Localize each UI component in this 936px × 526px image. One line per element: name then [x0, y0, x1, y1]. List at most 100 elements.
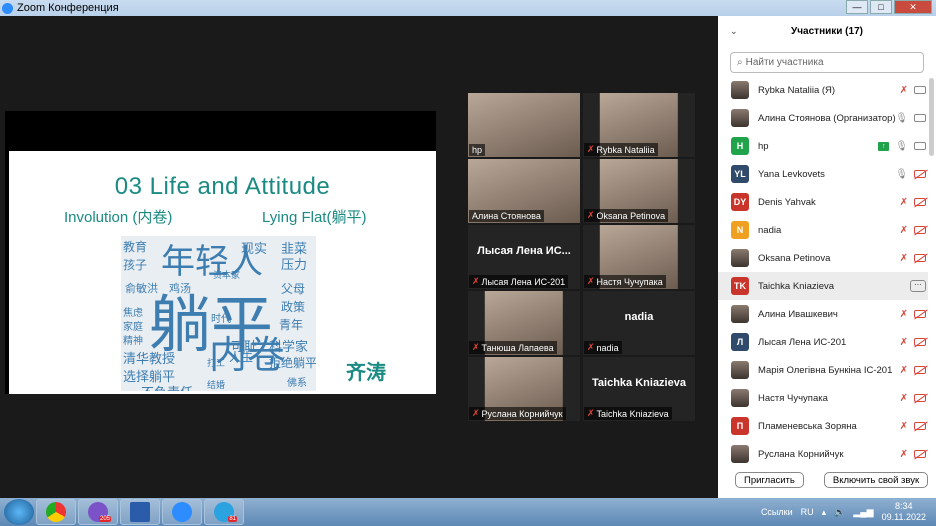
video-tile[interactable]: Taichka Kniazieva ✗ Taichka Kniazieva — [583, 357, 695, 421]
tile-name-label: ✗ Oksana Petinova — [584, 209, 669, 222]
word-cloud-word: 人生 — [229, 350, 254, 364]
close-button[interactable]: ✕ — [894, 0, 932, 14]
participant-row[interactable]: DY Denis Yahvak ✗ — [718, 188, 928, 216]
mic-icon[interactable]: 🎙 — [895, 169, 908, 180]
zoom-icon — [172, 502, 192, 522]
participant-row[interactable]: Nnadia ✗ — [718, 216, 928, 244]
video-tile[interactable]: ✗ Танюша Лапаева — [468, 291, 580, 355]
clock[interactable]: 8:34 09.11.2022 — [882, 501, 926, 523]
word-cloud-word: 不负责任 — [141, 382, 193, 391]
mic-icon[interactable]: 🎙 — [895, 141, 908, 152]
volume-icon[interactable]: 🔈 — [834, 507, 845, 518]
participant-name: Лысая Лена ИС-201 — [758, 336, 847, 348]
video-tile[interactable]: Алина Стоянова — [468, 159, 580, 223]
taskbar: 205 81 Ссылки RU ▴ 🔈 ▂▄▆ 8:34 09.11.2022 — [0, 498, 936, 526]
avatar — [731, 249, 749, 267]
participant-row[interactable]: Алина Стоянова (Организатор) 🎙 — [718, 104, 928, 132]
participant-row[interactable]: Руслана Корнийчук ✗ — [718, 440, 928, 468]
scrollbar[interactable] — [929, 78, 934, 156]
mic-muted-icon[interactable]: ✗ — [900, 449, 908, 460]
participant-row[interactable]: Настя Чучупака ✗ — [718, 384, 928, 412]
video-tile[interactable]: hp — [468, 93, 580, 157]
word-cloud-word: 鸡汤 — [169, 282, 191, 295]
video-tile[interactable]: ✗ Руслана Корнийчук — [468, 357, 580, 421]
minimize-button[interactable]: — — [846, 0, 868, 14]
participant-row[interactable]: YL Yana Levkovets 🎙 — [718, 160, 928, 188]
more-options-button[interactable]: ··· — [910, 280, 926, 292]
taskbar-telegram[interactable]: 81 — [204, 499, 244, 525]
video-tile[interactable]: ✗ Настя Чучупака — [583, 225, 695, 289]
participant-row[interactable]: Л Лысая Лена ИС-201 ✗ — [718, 328, 928, 356]
mic-muted-icon: ✗ — [587, 342, 595, 352]
participant-row[interactable]: Марія Олегівна Бункіна ІС-201 ✗ — [718, 356, 928, 384]
language-indicator[interactable]: RU — [801, 507, 814, 517]
zoom-logo-icon — [2, 2, 13, 14]
mic-muted-icon[interactable]: ✗ — [900, 197, 908, 208]
network-icon[interactable]: ▂▄▆ — [853, 507, 873, 518]
camera-off-icon[interactable] — [914, 450, 926, 458]
avatar — [731, 109, 749, 127]
tile-name-label: ✗ Руслана Корнийчук — [469, 407, 566, 420]
avatar: TK — [731, 277, 749, 295]
avatar — [731, 389, 749, 407]
avatar — [731, 81, 749, 99]
start-button[interactable] — [4, 499, 34, 525]
taskbar-word[interactable] — [120, 499, 160, 525]
mic-muted-icon[interactable]: ✗ — [900, 253, 908, 264]
collapse-chevron-icon[interactable]: ⌄ — [730, 26, 738, 37]
mic-muted-icon: ✗ — [587, 210, 595, 220]
taskbar-zoom[interactable] — [162, 499, 202, 525]
video-tile[interactable]: Лысая Лена ИС... ✗ Лысая Лена ИС-201 — [468, 225, 580, 289]
participant-name: Denis Yahvak — [758, 196, 816, 208]
links-toolbar[interactable]: Ссылки — [761, 507, 793, 517]
mic-icon[interactable]: 🎙 — [895, 113, 908, 124]
participant-search-input[interactable]: ⌕ Найти участника — [730, 52, 924, 73]
video-tile[interactable]: nadia ✗ nadia — [583, 291, 695, 355]
camera-icon[interactable] — [914, 142, 926, 150]
word-cloud: 躺平 年轻人 内卷 教育 孩子 俞敏洪 鸡汤 现实 韭菜 压力 父母 政策 青年 科学家 可耻 拒绝躺平 清华教… — [121, 236, 316, 391]
word-cloud-word: 打工 — [207, 359, 226, 369]
participant-row[interactable]: П Пламеневська Зоряна ✗ — [718, 412, 928, 440]
maximize-button[interactable]: □ — [870, 0, 892, 14]
unmute-button[interactable]: Включить свой звук — [823, 472, 929, 488]
camera-off-icon[interactable] — [914, 226, 926, 234]
tile-display-name: Лысая Лена ИС... — [477, 245, 571, 257]
camera-icon[interactable] — [914, 86, 926, 94]
participant-row[interactable]: Hhp ↑ 🎙 — [718, 132, 928, 160]
taskbar-viber[interactable]: 205 — [78, 499, 118, 525]
mic-muted-icon[interactable]: ✗ — [900, 309, 908, 320]
taskbar-chrome[interactable] — [36, 499, 76, 525]
camera-off-icon[interactable] — [914, 254, 926, 262]
mic-muted-icon[interactable]: ✗ — [900, 85, 908, 96]
camera-off-icon[interactable] — [914, 366, 926, 374]
mic-muted-icon[interactable]: ✗ — [900, 225, 908, 236]
camera-off-icon[interactable] — [914, 170, 926, 178]
camera-off-icon[interactable] — [914, 198, 926, 206]
mic-muted-icon[interactable]: ✗ — [900, 365, 908, 376]
camera-off-icon[interactable] — [914, 422, 926, 430]
participant-row[interactable]: TK Taichka Kniazieva ··· — [718, 272, 928, 300]
participant-name: hp — [758, 140, 769, 152]
video-tile[interactable]: ✗ Oksana Petinova — [583, 159, 695, 223]
camera-off-icon[interactable] — [914, 310, 926, 318]
panel-title: Участники (17) — [791, 25, 863, 37]
word-cloud-word: 政策 — [281, 300, 306, 314]
participant-row[interactable]: Алина Ивашкевич ✗ — [718, 300, 928, 328]
word-cloud-word: 时代 — [211, 314, 231, 325]
camera-icon[interactable] — [914, 114, 926, 122]
camera-off-icon[interactable] — [914, 394, 926, 402]
tray-expand-icon[interactable]: ▴ — [822, 507, 827, 518]
invite-button[interactable]: Пригласить — [735, 472, 804, 488]
video-tile[interactable]: ✗ Rybka Nataliia — [583, 93, 695, 157]
participant-name: Руслана Корнийчук — [758, 448, 844, 460]
mic-muted-icon[interactable]: ✗ — [900, 393, 908, 404]
word-cloud-word: 孩子 — [123, 258, 148, 272]
chrome-icon — [46, 502, 66, 522]
participant-row[interactable]: Oksana Petinova ✗ — [718, 244, 928, 272]
avatar: Л — [731, 333, 749, 351]
participant-row[interactable]: Rybka Nataliia (Я) ✗ — [718, 76, 928, 104]
mic-muted-icon[interactable]: ✗ — [900, 337, 908, 348]
mic-muted-icon[interactable]: ✗ — [900, 421, 908, 432]
camera-off-icon[interactable] — [914, 338, 926, 346]
participant-name: Oksana Petinova — [758, 252, 831, 264]
